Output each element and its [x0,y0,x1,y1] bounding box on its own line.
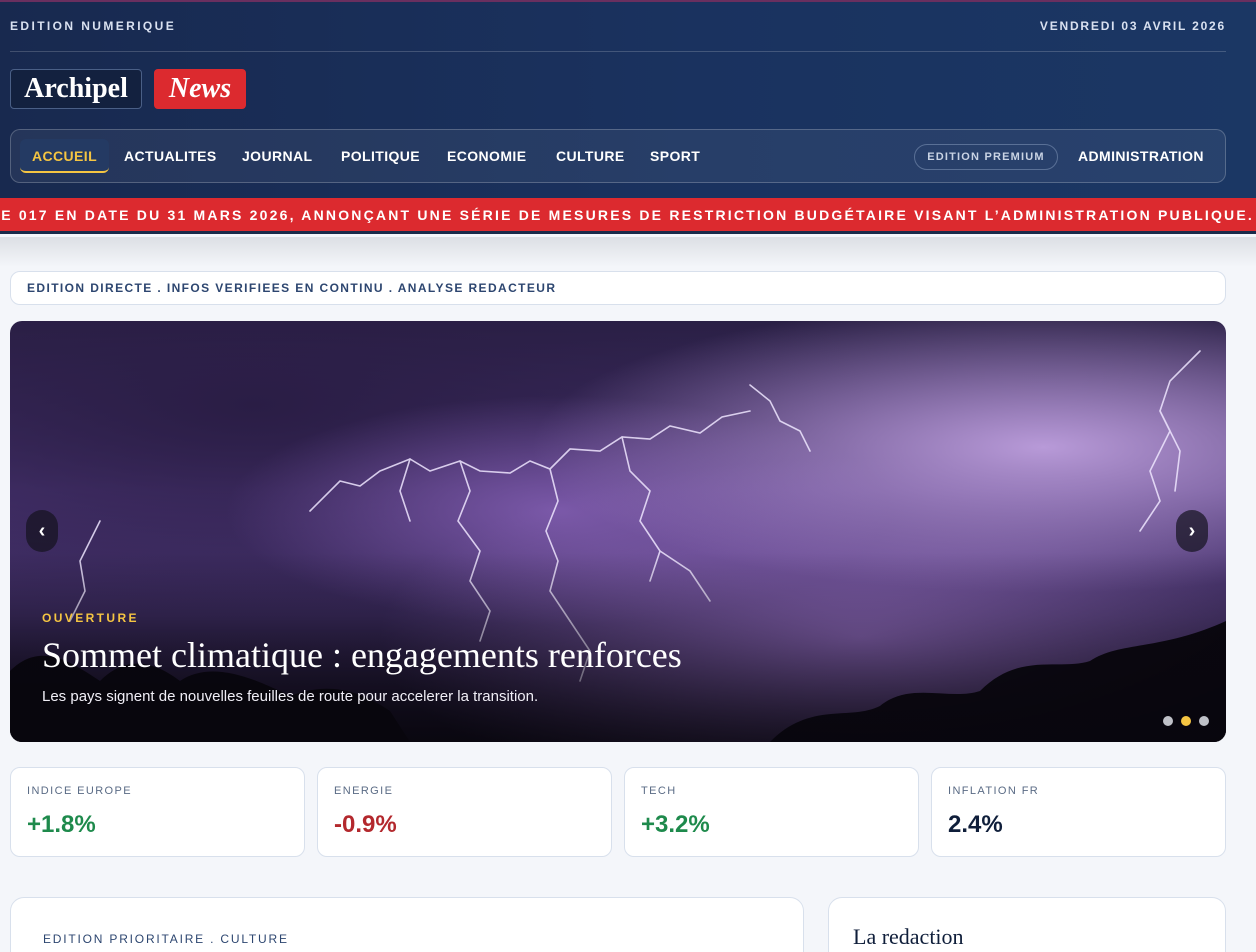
edition-strap: EDITION DIRECTE . INFOS VERIFIEES EN CON… [10,271,1226,305]
hero-subtitle: Les pays signent de nouvelles feuilles d… [42,688,539,705]
nav-item-sport[interactable]: SPORT [650,139,700,173]
stat-label: ENERGIE [334,785,394,797]
stat-value: +3.2% [641,811,710,838]
ticker-text: IRE 017 EN DATE DU 31 MARS 2026, ANNONÇA… [0,207,1254,223]
priority-kicker: EDITION PRIORITAIRE . CULTURE [43,932,289,946]
carousel-dot-1[interactable] [1163,716,1173,726]
current-date: VENDREDI 03 AVRIL 2026 [1039,19,1226,33]
stat-value: +1.8% [27,811,96,838]
stat-card-energie: ENERGIE -0.9% [317,767,612,857]
premium-edition-badge[interactable]: EDITION PREMIUM [914,144,1058,170]
nav-item-accueil[interactable]: ACCUEIL [20,139,110,173]
nav-item-administration[interactable]: ADMINISTRATION [1078,139,1204,173]
carousel-next-button[interactable]: › [1176,510,1208,552]
edition-label: EDITION NUMERIQUE [10,19,177,33]
hero-carousel[interactable]: ‹ › OUVERTURE Sommet climatique : engage… [10,321,1226,742]
priority-edition-card: EDITION PRIORITAIRE . CULTURE [10,897,804,952]
hero-title[interactable]: Sommet climatique : engagements renforce… [42,634,682,676]
stat-label: INDICE EUROPE [27,785,132,797]
nav-item-economie[interactable]: ECONOMIE [447,139,526,173]
top-bar: EDITION NUMERIQUE VENDREDI 03 AVRIL 2026 [10,2,1226,52]
main-nav: ACCUEIL ACTUALITES JOURNAL POLITIQUE ECO… [10,129,1226,183]
hero-kicker: OUVERTURE [42,611,139,625]
stat-card-inflation-fr: INFLATION FR 2.4% [931,767,1226,857]
nav-item-journal[interactable]: JOURNAL [242,139,312,173]
stat-card-indice-europe: INDICE EUROPE +1.8% [10,767,305,857]
stat-label: INFLATION FR [948,785,1040,797]
site-header: EDITION NUMERIQUE VENDREDI 03 AVRIL 2026… [0,0,1256,200]
logo-news[interactable]: News [154,69,246,109]
carousel-prev-button[interactable]: ‹ [26,510,58,552]
nav-item-culture[interactable]: CULTURE [556,139,625,173]
carousel-dot-2[interactable] [1181,716,1191,726]
breaking-news-ticker: IRE 017 EN DATE DU 31 MARS 2026, ANNONÇA… [0,198,1256,234]
stat-value: 2.4% [948,811,1003,838]
newsroom-title: La redaction [853,924,964,949]
stat-value: -0.9% [334,811,397,838]
carousel-dot-3[interactable] [1199,716,1209,726]
nav-item-politique[interactable]: POLITIQUE [341,139,420,173]
newsroom-card: La redaction [828,897,1226,952]
stat-card-tech: TECH +3.2% [624,767,919,857]
stat-label: TECH [641,785,677,797]
hero-overlay [10,321,1226,742]
header-shadow [0,237,1256,267]
nav-item-actualites[interactable]: ACTUALITES [124,139,217,173]
logo-archipel[interactable]: Archipel [10,69,142,109]
